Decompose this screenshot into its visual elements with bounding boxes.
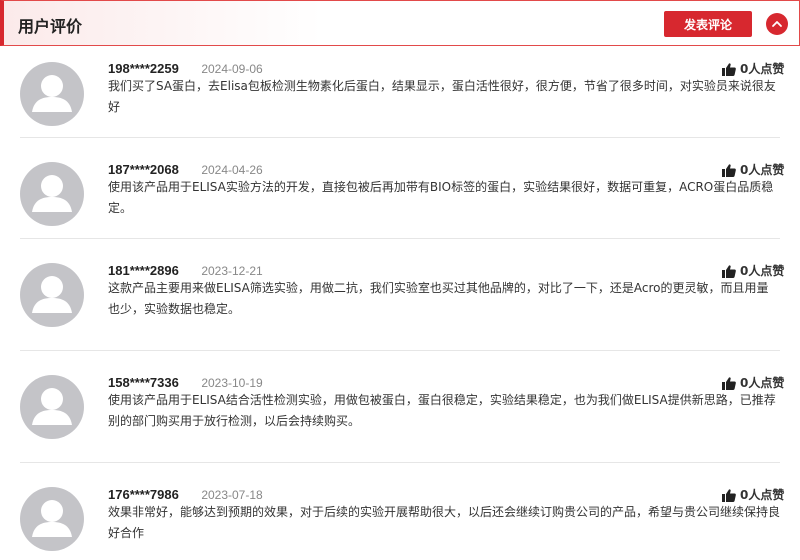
review-item: 187****2068 2024-04-26 0人点赞 使用该产品用于ELISA…	[0, 138, 800, 239]
user-silhouette-icon	[32, 276, 72, 313]
reviewer-name: 176****7986	[108, 487, 179, 502]
post-review-button[interactable]: 发表评论	[664, 11, 752, 37]
review-item: 158****7336 2023-10-19 0人点赞 使用该产品用于ELISA…	[0, 351, 800, 463]
review-item: 176****7986 2023-07-18 0人点赞 效果非常好，能够达到预期…	[0, 463, 800, 560]
user-silhouette-icon	[32, 175, 72, 212]
user-silhouette-icon	[32, 500, 72, 537]
review-content: 使用该产品用于ELISA实验方法的开发，直接包被后再加带有BIO标签的蛋白，实验…	[108, 180, 774, 215]
avatar	[20, 263, 84, 327]
thumbs-up-icon	[722, 63, 736, 76]
review-date: 2024-04-26	[201, 163, 263, 177]
review-content: 使用该产品用于ELISA结合活性检测实验，用做包被蛋白，蛋白很稳定，实验结果稳定…	[108, 393, 776, 428]
collapse-button[interactable]	[766, 13, 788, 35]
review-content: 这款产品主要用来做ELISA筛选实验，用做二抗，我们实验室也买过其他品牌的，对比…	[108, 281, 769, 316]
user-silhouette-icon	[32, 388, 72, 425]
avatar	[20, 162, 84, 226]
review-content: 效果非常好，能够达到预期的效果，对于后续的实验开展帮助很大，以后还会继续订购贵公…	[108, 505, 781, 540]
review-item: 198****2259 2024-09-06 0人点赞 我们买了SA蛋白，去El…	[0, 46, 800, 138]
reviewer-name: 181****2896	[108, 263, 179, 278]
thumbs-up-icon	[722, 377, 736, 390]
reviews-header: 用户评价 发表评论	[0, 0, 800, 46]
review-content: 我们买了SA蛋白，去Elisa包板检测生物素化后蛋白，结果显示，蛋白活性很好，很…	[108, 79, 776, 114]
thumbs-up-icon	[722, 164, 736, 177]
review-item: 181****2896 2023-12-21 0人点赞 这款产品主要用来做ELI…	[0, 239, 800, 351]
reviewer-name: 158****7336	[108, 375, 179, 390]
review-date: 2024-09-06	[201, 62, 263, 76]
chevron-up-icon	[772, 21, 782, 27]
avatar	[20, 62, 84, 126]
thumbs-up-icon	[722, 265, 736, 278]
reviewer-name: 198****2259	[108, 61, 179, 76]
reviewer-name: 187****2068	[108, 162, 179, 177]
review-date: 2023-12-21	[201, 264, 263, 278]
review-date: 2023-10-19	[201, 376, 263, 390]
avatar	[20, 487, 84, 551]
thumbs-up-icon	[722, 489, 736, 502]
review-date: 2023-07-18	[201, 488, 263, 502]
avatar	[20, 375, 84, 439]
page-title: 用户评价	[18, 17, 83, 36]
user-silhouette-icon	[32, 75, 72, 112]
